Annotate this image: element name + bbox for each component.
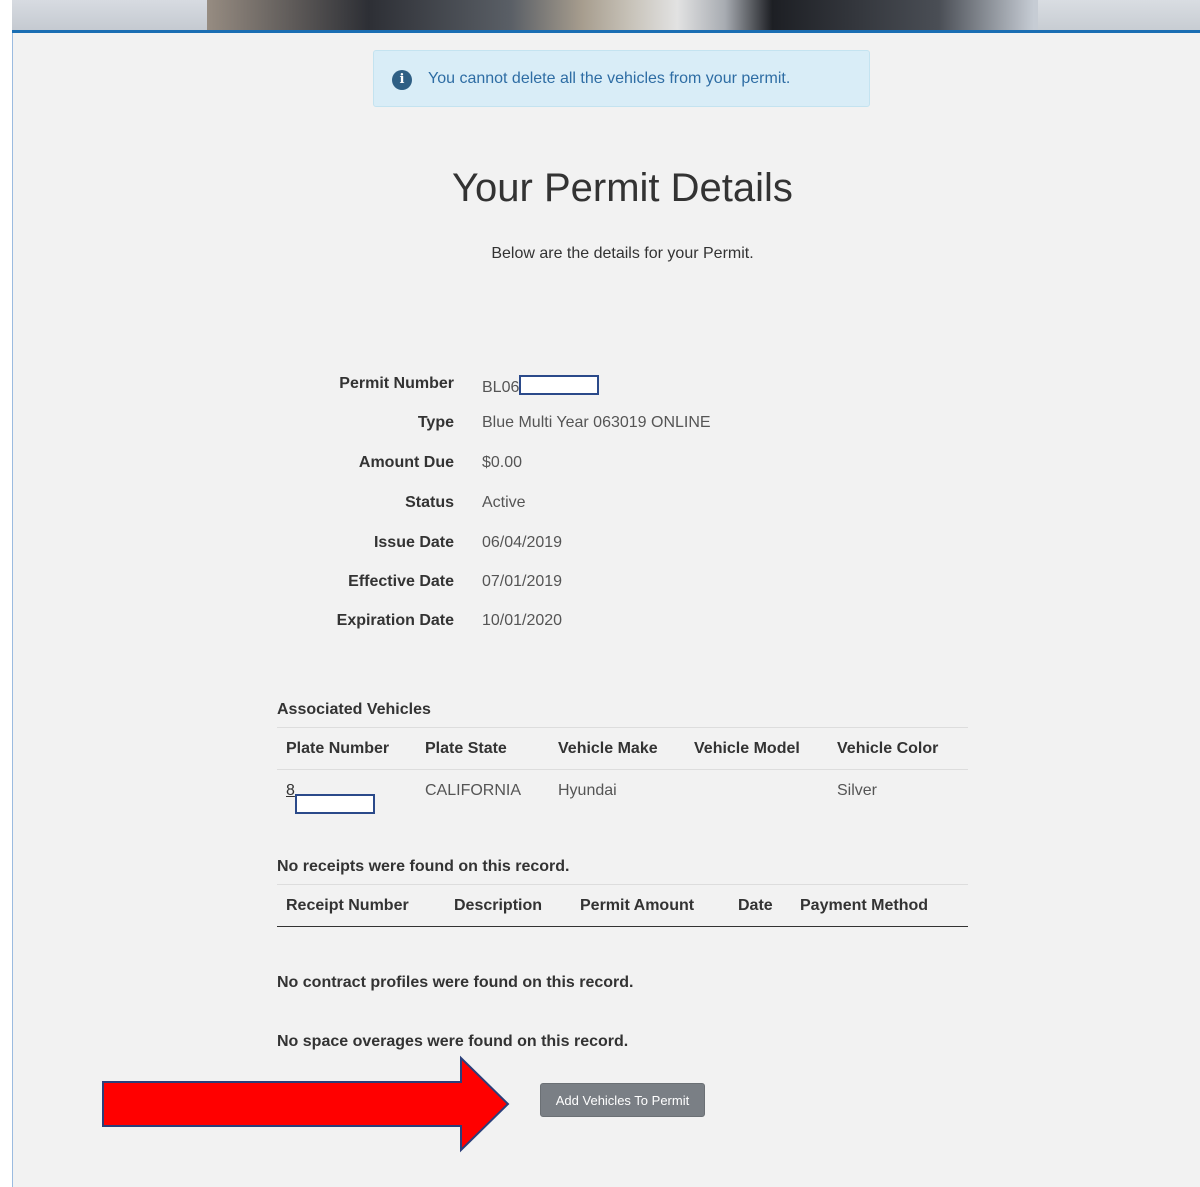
column-header: Description — [454, 897, 543, 914]
info-icon: i — [392, 70, 412, 90]
detail-label: Amount Due — [358, 454, 454, 471]
detail-label: Effective Date — [348, 573, 454, 590]
detail-value: 07/01/2019 — [482, 573, 563, 590]
overages-message: No space overages were found on this rec… — [277, 1033, 629, 1050]
table-cell: Hyundai — [558, 782, 617, 799]
column-header: Plate Number — [286, 740, 390, 757]
detail-value: Blue Multi Year 063019 ONLINE — [482, 414, 711, 431]
column-header: Vehicle Make — [558, 740, 658, 757]
detail-value: $0.00 — [482, 454, 523, 471]
contracts-message: No contract profiles were found on this … — [277, 974, 634, 991]
detail-label: Expiration Date — [336, 612, 454, 629]
table-row: 8 CALIFORNIA Hyundai Silver — [277, 769, 968, 814]
column-header: Permit Amount — [580, 897, 695, 914]
detail-row-effective-date: Effective Date 07/01/2019 — [250, 573, 850, 597]
plate-number-link[interactable]: 8 — [286, 782, 295, 799]
detail-row-amount-due: Amount Due $0.00 — [250, 454, 850, 478]
detail-value: 06/04/2019 — [482, 534, 563, 551]
detail-row-status: Status Active — [250, 494, 850, 518]
alert-message: You cannot delete all the vehicles from … — [428, 70, 791, 87]
vehicles-section-title: Associated Vehicles — [277, 701, 431, 718]
column-header: Plate State — [425, 740, 507, 757]
detail-row-permit-number: Permit Number BL06 — [250, 375, 850, 399]
page-subtitle: Below are the details for your Permit. — [491, 245, 754, 262]
column-header: Receipt Number — [286, 897, 409, 914]
header-border — [12, 30, 1200, 33]
detail-label: Issue Date — [373, 534, 454, 551]
column-header: Date — [738, 897, 773, 914]
detail-row-expiration-date: Expiration Date 10/01/2020 — [250, 612, 850, 636]
table-cell: Silver — [837, 782, 878, 799]
table-divider — [277, 926, 968, 927]
header-banner-right — [1038, 0, 1200, 30]
detail-label: Permit Number — [339, 375, 454, 392]
add-vehicles-button[interactable]: Add Vehicles To Permit — [540, 1083, 705, 1117]
plate-number-cell[interactable]: 8 — [286, 782, 375, 814]
detail-label: Type — [417, 414, 454, 431]
column-header: Vehicle Color — [837, 740, 939, 757]
receipts-section-title: No receipts were found on this record. — [277, 858, 570, 875]
detail-value: 10/01/2020 — [482, 612, 563, 629]
detail-row-issue-date: Issue Date 06/04/2019 — [250, 534, 850, 558]
detail-row-type: Type Blue Multi Year 063019 ONLINE — [250, 414, 850, 438]
column-header: Payment Method — [800, 897, 929, 914]
table-cell: CALIFORNIA — [425, 782, 522, 799]
info-alert: i You cannot delete all the vehicles fro… — [373, 50, 870, 107]
table-header-row: Receipt Number Description Permit Amount… — [277, 884, 968, 927]
column-header: Vehicle Model — [694, 740, 800, 757]
detail-label: Status — [405, 494, 454, 511]
redaction-box — [294, 794, 375, 814]
permit-number-value: BL06 — [482, 375, 600, 397]
detail-value: Active — [482, 494, 526, 511]
page-title: Your Permit Details — [452, 166, 793, 210]
table-header-row: Plate Number Plate State Vehicle Make Ve… — [277, 727, 968, 770]
header-banner-left — [12, 0, 207, 30]
redaction-box — [519, 375, 600, 395]
right-arrow-icon — [102, 1055, 510, 1153]
